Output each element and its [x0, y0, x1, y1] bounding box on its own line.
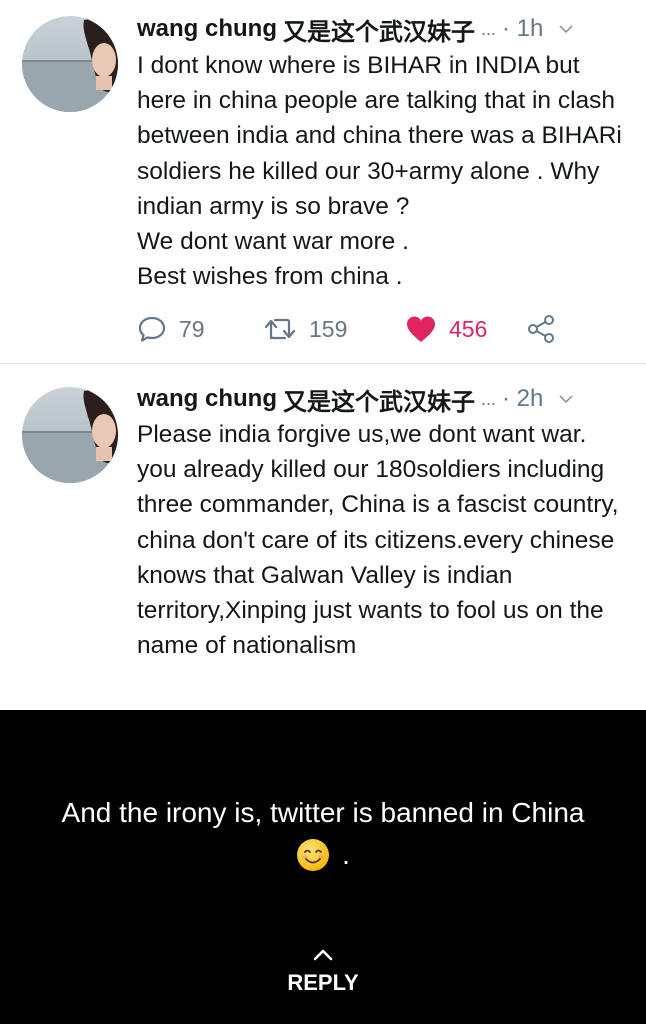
retweet-button[interactable]: 159 — [263, 316, 405, 343]
caption-area: And the irony is, twitter is banned in C… — [0, 710, 646, 1024]
avatar[interactable] — [22, 16, 118, 112]
caption-emoji-line: . — [0, 838, 646, 872]
tweet-header: wang chung 又是这个武汉妹子 ... · 2h — [137, 382, 626, 416]
truncation-ellipsis: ... — [481, 388, 497, 409]
tweet-text: Please india forgive us,we dont want war… — [137, 421, 619, 660]
author-handle[interactable]: 又是这个武汉妹子 — [283, 12, 475, 47]
retweet-icon — [264, 318, 296, 340]
truncation-ellipsis: ... — [481, 18, 497, 39]
tweet-actions: 79 159 456 — [137, 309, 557, 349]
caption-trailing: . — [342, 839, 350, 870]
like-count: 456 — [449, 315, 488, 342]
like-button[interactable]: 456 — [405, 315, 527, 343]
chevron-down-icon[interactable] — [557, 390, 575, 408]
author-name[interactable]: wang chung — [137, 15, 277, 43]
share-icon — [528, 315, 554, 343]
reply-button[interactable]: REPLY — [287, 970, 358, 996]
author-name[interactable]: wang chung — [137, 385, 277, 413]
tweet-card[interactable]: wang chung 又是这个武汉妹子 ... · 1h I dont know… — [0, 0, 646, 364]
tweet-header: wang chung 又是这个武汉妹子 ... · 1h — [137, 12, 626, 46]
caption-text: And the irony is, twitter is banned in C… — [61, 797, 585, 828]
speech-bubble-icon — [138, 316, 166, 342]
heart-icon — [407, 316, 435, 342]
reply-cta[interactable]: REPLY — [0, 948, 646, 996]
smiling-face-emoji — [297, 839, 330, 871]
reply-count: 79 — [179, 315, 205, 342]
tweet-timestamp[interactable]: · 2h — [502, 385, 543, 413]
author-handle[interactable]: 又是这个武汉妹子 — [283, 382, 475, 417]
share-button[interactable] — [527, 314, 557, 344]
chevron-down-icon[interactable] — [557, 20, 575, 38]
reply-button[interactable]: 79 — [137, 315, 263, 343]
avatar[interactable] — [22, 387, 118, 483]
tweet-text: I dont know where is BIHAR in INDIA but … — [137, 52, 622, 291]
tweet-feed: wang chung 又是这个武汉妹子 ... · 1h I dont know… — [0, 0, 646, 710]
retweet-count: 159 — [309, 315, 348, 342]
chevron-up-icon — [313, 949, 333, 961]
tweet-card[interactable]: wang chung 又是这个武汉妹子 ... · 2h Please indi… — [0, 365, 646, 710]
tweet-timestamp[interactable]: · 1h — [502, 15, 543, 43]
